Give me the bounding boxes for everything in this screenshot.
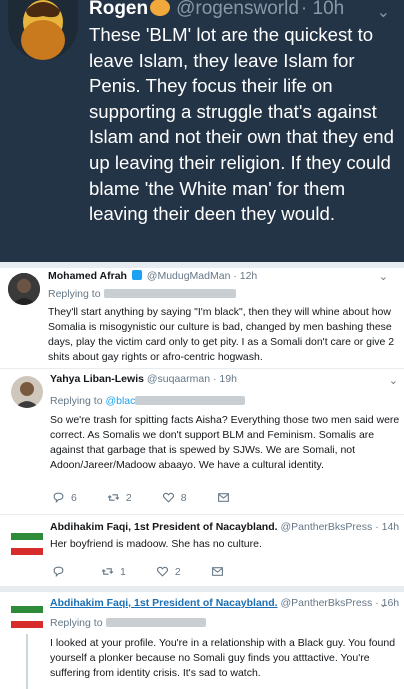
author-name[interactable]: Yahya Liban-Lewis @suqaarman · 19h — [50, 373, 237, 385]
flag-stripe — [11, 533, 43, 541]
chevron-down-icon[interactable]: ⌄ — [379, 597, 388, 610]
author-name[interactable]: Abdihakim Faqi, 1st President of Nacaybl… — [50, 521, 399, 533]
avatar-image — [8, 0, 78, 60]
redacted-handle — [135, 396, 246, 405]
tweet-actions: 1 2 — [52, 565, 260, 578]
replying-to-label: Replying to — [50, 395, 103, 407]
tweet-time[interactable]: · 12h — [233, 270, 257, 282]
flag-stripe — [11, 620, 43, 628]
tweet-item[interactable]: Abdihakim Faqi, 1st President of Nacaybl… — [0, 517, 404, 587]
thread-line — [26, 634, 28, 689]
chevron-down-icon[interactable]: ⌄ — [379, 270, 388, 283]
flag-stripe — [11, 540, 43, 548]
author-name[interactable]: Abdihakim Faqi, 1st President of Nacaybl… — [50, 597, 399, 609]
reply-icon — [53, 492, 64, 504]
reply-button[interactable]: 6 — [52, 491, 77, 504]
flag-stripe — [11, 547, 43, 555]
like-count: 8 — [180, 491, 187, 504]
retweet-icon — [101, 568, 114, 575]
author-handle[interactable]: @PantherBksPress — [280, 521, 372, 533]
replying-to: Replying to — [50, 617, 206, 629]
avatar-image — [11, 376, 43, 408]
retweet-button[interactable]: 2 — [107, 491, 132, 504]
tweet-text: So we're trash for spitting facts Aisha?… — [50, 414, 400, 471]
avatar[interactable] — [8, 273, 40, 305]
retweet-count: 2 — [125, 491, 132, 504]
avatar[interactable] — [11, 376, 43, 408]
replying-handle[interactable]: @blac — [105, 395, 135, 407]
replying-to-label: Replying to — [48, 288, 101, 300]
like-icon — [156, 566, 168, 577]
tweet-item[interactable]: Mohamed Afrah @MudugMadMan · 12h ⌄ Reply… — [0, 268, 404, 368]
redacted-handle — [103, 289, 236, 298]
tweet-text: These 'BLM' lot are the quickest to leav… — [89, 24, 394, 225]
avatar-image — [8, 273, 40, 305]
author-handle[interactable]: @PantherBksPress — [280, 597, 372, 609]
author-handle[interactable]: @rogensworld — [176, 0, 299, 19]
reply-count: 6 — [71, 491, 77, 504]
tweet-actions: 6 2 8 — [52, 491, 266, 504]
tweet-time[interactable]: · 10h — [301, 0, 344, 19]
avatar[interactable] — [8, 0, 78, 60]
avatar[interactable] — [11, 533, 43, 555]
redacted-handle — [105, 618, 206, 627]
author-name[interactable]: Mohamed Afrah @MudugMadMan · 12h — [48, 270, 257, 282]
tweet-text: They'll start anything by saying "I'm bl… — [48, 306, 395, 363]
tweet-text: I looked at your profile. You're in a re… — [50, 637, 396, 679]
flag-emoji-icon — [131, 270, 142, 280]
like-button[interactable]: 8 — [162, 491, 187, 504]
chevron-down-icon[interactable]: ⌄ — [377, 2, 390, 22]
tweet-time[interactable]: · 14h — [375, 521, 399, 533]
flag-stripe — [11, 606, 43, 614]
dm-icon — [211, 567, 223, 576]
tweet-item[interactable]: Yahya Liban-Lewis @suqaarman · 19h ⌄ Rep… — [0, 372, 404, 514]
cat-face-emoji-icon — [150, 0, 171, 16]
retweet-count: 1 — [120, 565, 126, 578]
avatar[interactable] — [11, 606, 43, 628]
dm-button[interactable] — [217, 491, 236, 504]
author-name-text[interactable]: Rogen — [89, 0, 148, 19]
reply-button[interactable] — [52, 565, 71, 578]
divider — [0, 368, 404, 369]
replying-to: Replying to @blac — [50, 395, 246, 407]
main-tweet: Rogen @rogensworld · 10h ⌄ These 'BLM' lot… — [0, 0, 404, 262]
flag-stripe — [11, 613, 43, 621]
tweet-time[interactable]: · 19h — [213, 373, 237, 385]
tweet-item[interactable]: Abdihakim Faqi, 1st President of Nacaybl… — [0, 592, 404, 689]
tweet-text: Her boyfriend is madoow. She has no cult… — [50, 538, 262, 550]
like-icon — [162, 492, 174, 503]
author-name[interactable]: Rogen @rogensworld · 10h — [89, 0, 344, 20]
author-name-text[interactable]: Abdihakim Faqi, 1st President of Nacaybl… — [50, 597, 278, 609]
replying-to: Replying to — [48, 288, 236, 300]
chevron-down-icon[interactable]: ⌄ — [389, 374, 398, 387]
author-handle[interactable]: @MudugMadMan — [147, 270, 231, 282]
dm-icon — [217, 493, 229, 502]
replying-to-label: Replying to — [50, 617, 103, 629]
dm-button[interactable] — [211, 565, 230, 578]
author-name-text[interactable]: Abdihakim Faqi, 1st President of Nacaybl… — [50, 521, 278, 533]
reply-icon — [53, 566, 64, 578]
retweet-button[interactable]: 1 — [101, 565, 126, 578]
retweet-icon — [107, 494, 120, 501]
divider — [0, 514, 404, 515]
author-name-text[interactable]: Yahya Liban-Lewis — [50, 373, 144, 385]
author-name-text[interactable]: Mohamed Afrah — [48, 270, 127, 282]
like-button[interactable]: 2 — [156, 565, 181, 578]
like-count: 2 — [174, 565, 181, 578]
author-handle[interactable]: @suqaarman — [147, 373, 210, 385]
